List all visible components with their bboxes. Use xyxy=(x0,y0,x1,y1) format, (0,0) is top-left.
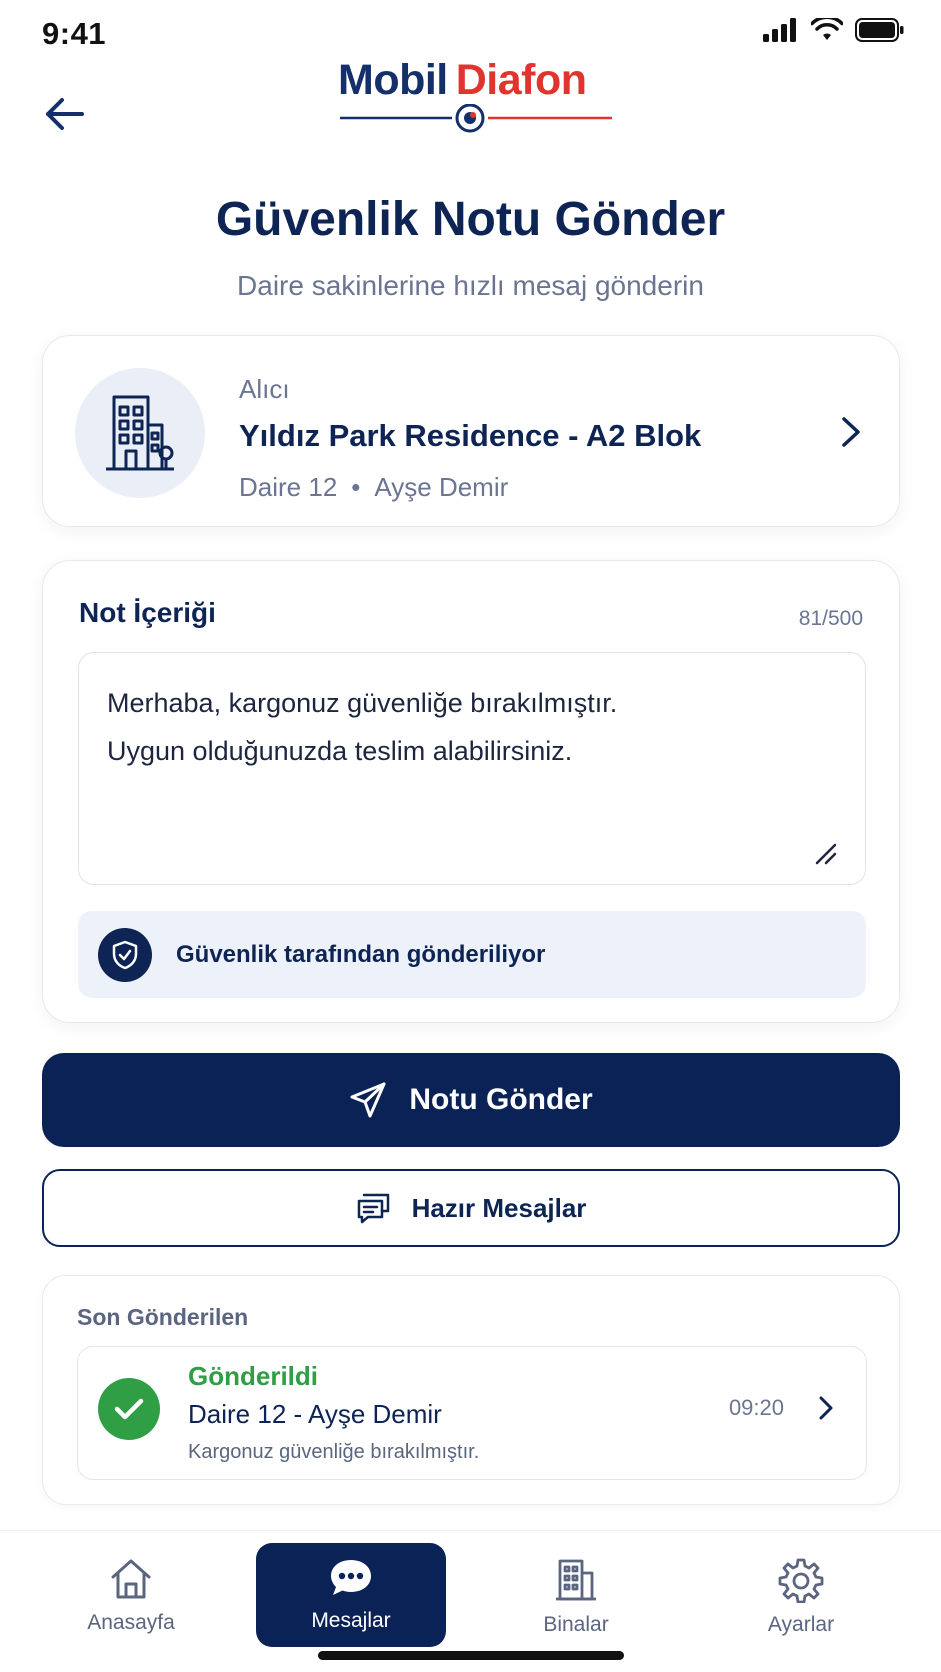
char-count: 81/500 xyxy=(798,607,863,630)
building-icon xyxy=(556,1559,596,1601)
recent-message: Kargonuz güvenliğe bırakılmıştır. xyxy=(188,1441,480,1463)
note-label: Not İçeriği xyxy=(79,597,216,628)
status-icons xyxy=(763,18,905,42)
back-button[interactable] xyxy=(38,88,90,140)
nav-item-settings[interactable]: Ayarlar xyxy=(706,1543,896,1647)
status-time: 9:41 xyxy=(42,16,107,51)
home-icon xyxy=(111,1559,151,1599)
nav-label-home: Anasayfa xyxy=(87,1611,175,1634)
note-card: Not İçeriği 81/500 Merhaba, kargonuz güv… xyxy=(42,560,900,1023)
gear-icon xyxy=(778,1558,824,1603)
recent-message-item[interactable]: Gönderildi Daire 12 - Ayşe Demir Kargonu… xyxy=(77,1346,867,1480)
recipient-apartment: Daire 12 xyxy=(239,472,338,502)
page-title: Güvenlik Notu Gönder xyxy=(215,193,726,246)
app-logo: Mobil Diafon xyxy=(320,56,620,142)
send-note-label: Notu Gönder xyxy=(409,1083,593,1116)
nav-label-messages: Mesajlar xyxy=(311,1609,391,1632)
home-indicator xyxy=(318,1651,624,1660)
meta-separator: • xyxy=(351,472,361,502)
arrow-left-icon xyxy=(46,98,84,130)
recipient-label: Alıcı xyxy=(239,374,290,404)
building-icon xyxy=(106,395,174,471)
wifi-icon xyxy=(811,18,843,40)
send-icon xyxy=(350,1082,386,1118)
recent-status: Gönderildi xyxy=(188,1361,318,1391)
sender-info-text: Güvenlik tarafından gönderiliyor xyxy=(176,940,546,968)
recipient-resident: Ayşe Demir xyxy=(374,472,509,502)
battery-icon xyxy=(855,18,904,42)
templates-button[interactable]: Hazır Mesajlar xyxy=(42,1169,900,1247)
sender-info-banner: Güvenlik tarafından gönderiliyor xyxy=(78,911,866,998)
recent-sent-card: Son Gönderilen Gönderildi Daire 12 - Ayş… xyxy=(42,1275,900,1505)
shield-icon xyxy=(98,927,152,982)
check-circle-icon xyxy=(98,1378,160,1440)
nav-item-home[interactable]: Anasayfa xyxy=(36,1543,226,1647)
page-subtitle: Daire sakinlerine hızlı mesaj gönderin xyxy=(237,270,704,301)
recent-recipient: Daire 12 - Ayşe Demir xyxy=(188,1399,442,1429)
chat-icon xyxy=(331,1560,371,1595)
recent-title: Son Gönderilen xyxy=(77,1304,249,1330)
resize-handle-icon[interactable] xyxy=(815,843,837,870)
nav-item-messages[interactable]: Mesajlar xyxy=(256,1543,446,1647)
recent-time: 09:20 xyxy=(728,1395,784,1420)
nav-item-buildings[interactable]: Binalar xyxy=(481,1543,671,1647)
messages-template-icon xyxy=(357,1193,389,1224)
templates-label: Hazır Mesajlar xyxy=(411,1192,587,1223)
signal-icon xyxy=(763,18,796,42)
building-avatar xyxy=(75,368,205,498)
recipient-meta: Daire 12 • Ayşe Demir xyxy=(239,472,508,503)
chevron-right-icon xyxy=(839,414,863,455)
logo-mark-icon xyxy=(340,104,612,133)
logo-text-diafon: Diafon xyxy=(455,56,587,104)
nav-label-settings: Ayarlar xyxy=(767,1613,835,1636)
recipient-building: Yıldız Park Residence - A2 Blok xyxy=(239,418,702,453)
recipient-card[interactable]: Alıcı Yıldız Park Residence - A2 Blok Da… xyxy=(42,335,900,527)
send-note-button[interactable]: Notu Gönder xyxy=(42,1053,900,1147)
nav-label-buildings: Binalar xyxy=(543,1613,609,1636)
logo-text-mobil: Mobil xyxy=(338,56,448,104)
chevron-right-icon xyxy=(816,1393,836,1428)
note-textarea[interactable]: Merhaba, kargonuz güvenliğe bırakılmıştı… xyxy=(78,652,866,885)
